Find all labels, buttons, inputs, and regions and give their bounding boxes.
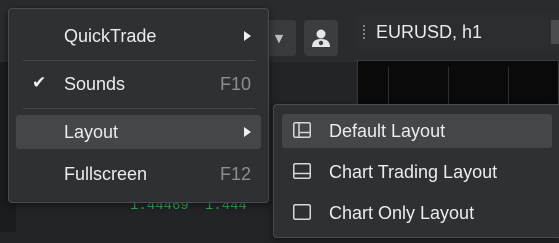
default-layout-icon bbox=[293, 122, 311, 138]
context-menu: QuickTrade ✔ Sounds F10 Layout Fullscree… bbox=[8, 8, 269, 203]
submenu-item-chart-only-layout[interactable]: Chart Only Layout bbox=[282, 196, 552, 230]
menu-item-label: QuickTrade bbox=[64, 26, 157, 46]
menu-item-quicktrade[interactable]: QuickTrade bbox=[16, 19, 261, 53]
symbol-selector[interactable]: EURUSD, h1 bbox=[356, 14, 559, 50]
submenu-arrow-icon bbox=[244, 31, 251, 41]
submenu-item-chart-trading-layout[interactable]: Chart Trading Layout bbox=[282, 155, 552, 189]
shortcut-label: F12 bbox=[219, 164, 251, 184]
checkmark-icon: ✔ bbox=[32, 73, 47, 92]
layout-submenu: Default Layout Chart Trading Layout Char… bbox=[273, 104, 559, 238]
symbol-menu-button[interactable] bbox=[551, 20, 559, 44]
menu-divider bbox=[23, 60, 255, 61]
menu-divider bbox=[23, 108, 255, 109]
chart-gridline bbox=[508, 67, 509, 109]
submenu-arrow-icon bbox=[244, 127, 251, 137]
submenu-item-label: Default Layout bbox=[329, 121, 446, 141]
submenu-item-label: Chart Trading Layout bbox=[329, 162, 498, 182]
menu-item-sounds[interactable]: ✔ Sounds F10 bbox=[16, 67, 261, 101]
menu-item-label: Fullscreen bbox=[64, 164, 148, 184]
chart-gridline bbox=[448, 67, 449, 109]
submenu-item-label: Chart Only Layout bbox=[329, 203, 475, 223]
drag-handle-icon[interactable] bbox=[362, 24, 366, 40]
menu-item-label: Sounds bbox=[64, 74, 126, 94]
menu-item-layout[interactable]: Layout bbox=[16, 115, 261, 149]
menu-item-label: Layout bbox=[64, 122, 119, 142]
chevron-down-icon: ▼ bbox=[274, 31, 284, 45]
symbol-label: EURUSD, h1 bbox=[376, 21, 483, 42]
chart-gridline bbox=[388, 67, 389, 109]
menu-item-fullscreen[interactable]: Fullscreen F12 bbox=[16, 157, 261, 191]
submenu-item-default-layout[interactable]: Default Layout bbox=[282, 114, 552, 148]
chart-area[interactable] bbox=[357, 60, 559, 110]
chart-trading-layout-icon bbox=[293, 163, 311, 179]
user-icon bbox=[312, 29, 330, 47]
user-button[interactable] bbox=[304, 20, 338, 56]
chart-only-layout-icon bbox=[293, 204, 311, 220]
shortcut-label: F10 bbox=[219, 74, 251, 94]
